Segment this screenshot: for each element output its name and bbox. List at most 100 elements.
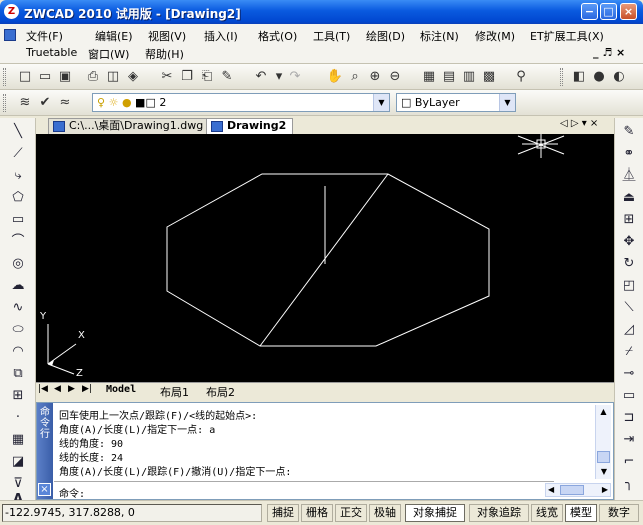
layer-previous-icon[interactable]: ≈ (56, 94, 74, 112)
toolbar-grip-2[interactable] (560, 68, 563, 86)
toolbar-grip-3[interactable] (3, 94, 6, 112)
pan-icon[interactable]: ✋ (326, 68, 344, 86)
chevron-down-icon[interactable]: ▼ (373, 94, 389, 111)
tab-navigation[interactable]: ◁ ▷ ▾ × (560, 118, 598, 129)
command-prompt[interactable]: 命令: (59, 485, 85, 500)
match-properties-icon[interactable]: ✎ (218, 68, 236, 86)
revcloud-icon[interactable]: ☁ (8, 276, 28, 296)
hscroll-thumb[interactable] (560, 485, 584, 495)
insert-block-icon[interactable]: ⧉ (8, 364, 28, 384)
doc-window-controls[interactable]: _ ♬ × (593, 46, 625, 59)
publish-icon[interactable]: ◈ (124, 68, 142, 86)
menu-insert[interactable]: 插入(I) (204, 28, 238, 44)
chevron-left-icon[interactable]: ◀ (548, 484, 554, 496)
menu-modify[interactable]: 修改(M) (475, 28, 515, 44)
zoom-window-icon[interactable]: ⊕ (366, 68, 384, 86)
undo-icon[interactable]: ↶ (252, 68, 270, 86)
ortho-toggle[interactable]: 正交 (335, 504, 367, 522)
tab-drawing2[interactable]: Drawing2 (206, 118, 294, 134)
join-icon[interactable]: ⇥ (619, 430, 639, 450)
menu-truetable[interactable]: Truetable (26, 46, 77, 59)
line-icon[interactable]: ╲ (8, 122, 28, 142)
ellipse-arc-icon[interactable]: ◠ (8, 342, 28, 362)
rotate-icon[interactable]: ↻ (619, 254, 639, 274)
close-button[interactable]: × (620, 3, 637, 20)
app-icon[interactable]: Z (4, 4, 19, 19)
chevron-up-icon[interactable]: ▲ (596, 405, 611, 419)
break-icon[interactable]: ▭ (619, 386, 639, 406)
circle-icon[interactable]: ◎ (8, 254, 28, 274)
array-icon[interactable]: ⊞ (619, 210, 639, 230)
snap-toggle[interactable]: 捕捉 (267, 504, 299, 522)
chevron-down-icon[interactable]: ▼ (499, 94, 515, 111)
polygon-icon[interactable]: ⬠ (8, 188, 28, 208)
rectangle-icon[interactable]: ▭ (8, 210, 28, 230)
cylinder-icon[interactable]: ◐ (610, 68, 628, 86)
model-toggle[interactable]: 模型 (565, 504, 597, 522)
osnap-toggle[interactable]: 对象捕捉 (405, 504, 465, 522)
layer-state-icon[interactable]: ✔ (36, 94, 54, 112)
hatch-icon[interactable]: ▦ (8, 430, 28, 450)
grid-toggle[interactable]: 栅格 (301, 504, 333, 522)
toolbar-grip[interactable] (3, 68, 6, 86)
minimize-button[interactable]: − (581, 3, 598, 20)
new-icon[interactable]: □ (16, 68, 34, 86)
save-icon[interactable]: ▣ (56, 68, 74, 86)
trim-icon[interactable]: ⌿ (619, 342, 639, 362)
layout-first-button[interactable]: |◀ (38, 384, 48, 394)
command-scrollbar[interactable]: ▲ ▼ (595, 405, 611, 479)
region-icon[interactable]: ◪ (8, 452, 28, 472)
layer-manager-icon[interactable]: ≋ (16, 94, 34, 112)
tab-layout1[interactable]: 布局1 (160, 384, 189, 400)
otrack-toggle[interactable]: 对象追踪 (469, 504, 529, 522)
help-icon[interactable]: ⚲ (512, 68, 530, 86)
menu-et-tools[interactable]: ET扩展工具(X) (530, 28, 604, 44)
linetype-dropdown[interactable]: □ ByLayer ▼ (396, 93, 516, 112)
stretch-icon[interactable]: ⟍ (619, 298, 639, 318)
make-block-icon[interactable]: ⊞ (8, 386, 28, 406)
zoom-previous-icon[interactable]: ⊖ (386, 68, 404, 86)
polyline-icon[interactable]: ⤷ (8, 166, 28, 186)
lengthen-icon[interactable]: ◿ (619, 320, 639, 340)
mirror-icon[interactable]: ⏅ (619, 166, 639, 186)
digitizer-toggle[interactable]: 数字 (599, 504, 639, 522)
menu-dimension[interactable]: 标注(N) (420, 28, 459, 44)
polar-toggle[interactable]: 极轴 (369, 504, 401, 522)
menu-format[interactable]: 格式(O) (258, 28, 297, 44)
xline-icon[interactable]: ⟋ (8, 144, 28, 164)
scale-icon[interactable]: ◰ (619, 276, 639, 296)
chamfer-icon[interactable]: ⌐ (619, 452, 639, 472)
offset-icon[interactable]: ⏏ (619, 188, 639, 208)
copy-icon[interactable]: ❐ (178, 68, 196, 86)
layout-last-button[interactable]: ▶| (82, 384, 92, 394)
fillet-icon[interactable]: ╮ (619, 474, 639, 494)
menu-edit[interactable]: 编辑(E) (95, 28, 133, 44)
maximize-button[interactable]: □ (600, 3, 617, 20)
lineweight-toggle[interactable]: 线宽 (531, 504, 563, 522)
design-center-icon[interactable]: ▤ (440, 68, 458, 86)
tab-layout2[interactable]: 布局2 (206, 384, 235, 400)
close-icon[interactable]: × (38, 483, 51, 496)
chevron-down-icon[interactable]: ▼ (596, 465, 612, 479)
spline-icon[interactable]: ∿ (8, 298, 28, 318)
print-icon[interactable]: ⎙ (84, 68, 102, 86)
erase-icon[interactable]: ✎ (619, 122, 639, 142)
tab-drawing1[interactable]: C:\...\桌面\Drawing1.dwg (48, 118, 211, 134)
move-icon[interactable]: ✥ (619, 232, 639, 252)
open-icon[interactable]: ▭ (36, 68, 54, 86)
command-hscrollbar[interactable]: ◀ ▶ (545, 483, 611, 497)
menu-help[interactable]: 帮助(H) (145, 46, 184, 62)
layout-prev-button[interactable]: ◀ (54, 384, 61, 394)
menu-file[interactable]: 文件(F) (26, 28, 63, 44)
menu-draw[interactable]: 绘图(D) (366, 28, 405, 44)
extend-icon[interactable]: ⊸ (619, 364, 639, 384)
drawing-canvas[interactable]: Y X Z (36, 134, 614, 382)
print-preview-icon[interactable]: ◫ (104, 68, 122, 86)
layout-next-button[interactable]: ▶ (68, 384, 75, 394)
menu-tools[interactable]: 工具(T) (313, 28, 350, 44)
tool-palette-icon[interactable]: ▥ (460, 68, 478, 86)
sphere-icon[interactable]: ● (590, 68, 608, 86)
menu-view[interactable]: 视图(V) (148, 28, 186, 44)
break-at-point-icon[interactable]: ⊐ (619, 408, 639, 428)
scroll-thumb[interactable] (597, 451, 610, 463)
